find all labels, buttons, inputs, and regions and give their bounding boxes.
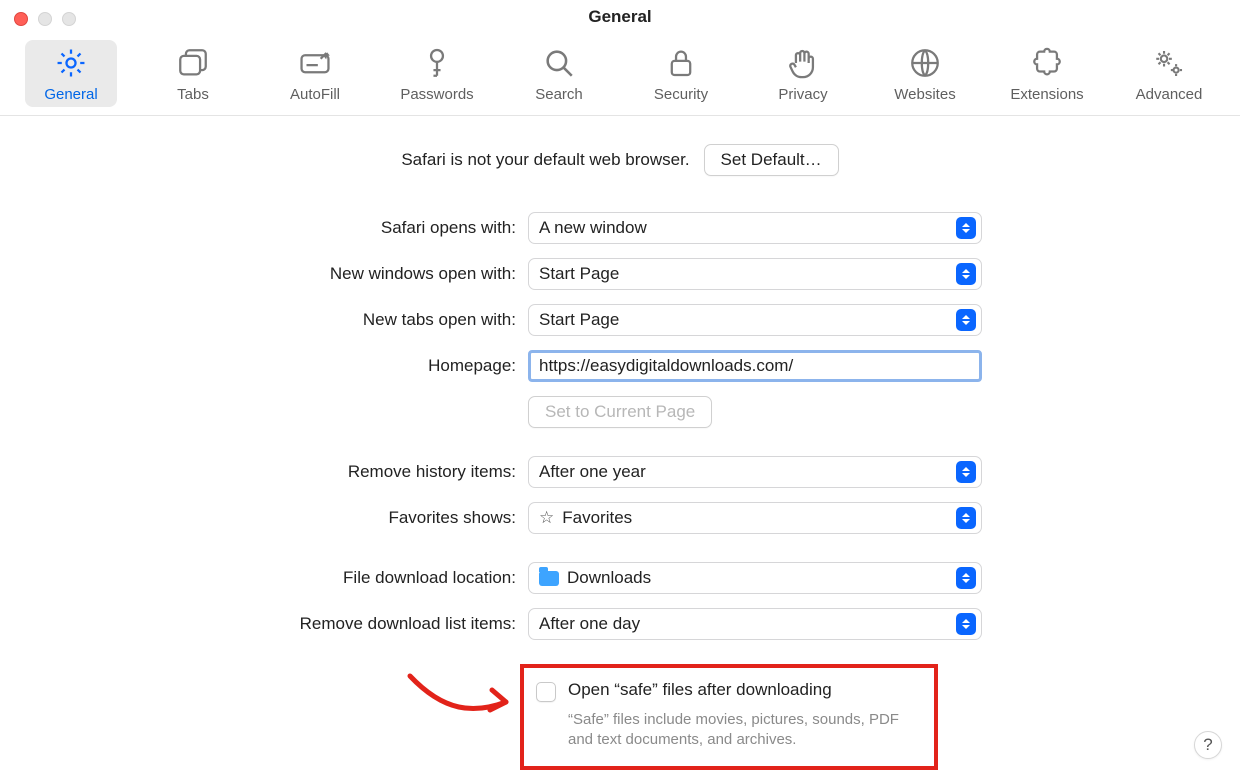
set-default-button[interactable]: Set Default… (704, 144, 839, 176)
select-value: After one day (539, 614, 640, 634)
open-safe-files-label: Open “safe” files after downloading (568, 680, 920, 700)
select-value: Downloads (567, 568, 651, 588)
zoom-button[interactable] (62, 12, 76, 26)
select-value: Favorites (562, 508, 632, 528)
help-button[interactable]: ? (1194, 731, 1222, 759)
label-favorites-shows: Favorites shows: (0, 508, 528, 528)
titlebar: General (0, 0, 1240, 34)
label-homepage: Homepage: (0, 356, 528, 376)
label-remove-history: Remove history items: (0, 462, 528, 482)
select-download-location[interactable]: Downloads (528, 562, 982, 594)
puzzle-icon (1030, 46, 1064, 80)
label-new-windows: New windows open with: (0, 264, 528, 284)
annotation-highlight-box: Open “safe” files after downloading “Saf… (520, 664, 938, 770)
label-safari-opens-with: Safari opens with: (0, 218, 528, 238)
tab-extensions[interactable]: Extensions (1001, 40, 1093, 107)
select-remove-history[interactable]: After one year (528, 456, 982, 488)
chevron-updown-icon (956, 217, 976, 239)
preferences-toolbar: General Tabs AutoFill Passwords Search S… (0, 34, 1240, 116)
star-icon: ☆ (539, 508, 554, 528)
folder-icon (539, 571, 559, 586)
content-area: Safari is not your default web browser. … (0, 116, 1240, 640)
tab-privacy[interactable]: Privacy (757, 40, 849, 107)
chevron-updown-icon (956, 507, 976, 529)
tab-websites[interactable]: Websites (879, 40, 971, 107)
close-button[interactable] (14, 12, 28, 26)
gears-icon (1152, 46, 1186, 80)
label-new-tabs: New tabs open with: (0, 310, 528, 330)
tab-label: Search (535, 86, 583, 103)
tab-label: Tabs (177, 86, 209, 103)
label-download-location: File download location: (0, 568, 528, 588)
chevron-updown-icon (956, 263, 976, 285)
select-value: A new window (539, 218, 647, 238)
tab-general[interactable]: General (25, 40, 117, 107)
tab-label: Advanced (1136, 86, 1203, 103)
globe-icon (908, 46, 942, 80)
tab-label: AutoFill (290, 86, 340, 103)
tab-label: Websites (894, 86, 955, 103)
lock-icon (664, 46, 698, 80)
set-current-page-button[interactable]: Set to Current Page (528, 396, 712, 428)
select-value: After one year (539, 462, 646, 482)
autofill-icon (298, 46, 332, 80)
minimize-button[interactable] (38, 12, 52, 26)
tab-label: Security (654, 86, 708, 103)
tab-passwords[interactable]: Passwords (391, 40, 483, 107)
search-icon (542, 46, 576, 80)
chevron-updown-icon (956, 567, 976, 589)
key-icon (420, 46, 454, 80)
select-new-windows[interactable]: Start Page (528, 258, 982, 290)
open-safe-files-description: “Safe” files include movies, pictures, s… (568, 710, 920, 751)
select-favorites-shows[interactable]: ☆ Favorites (528, 502, 982, 534)
tabs-icon (176, 46, 210, 80)
select-safari-opens-with[interactable]: A new window (528, 212, 982, 244)
tab-tabs[interactable]: Tabs (147, 40, 239, 107)
label-remove-download-list: Remove download list items: (0, 614, 528, 634)
traffic-lights (14, 12, 76, 26)
default-browser-message: Safari is not your default web browser. (401, 150, 689, 170)
tab-autofill[interactable]: AutoFill (269, 40, 361, 107)
tab-search[interactable]: Search (513, 40, 605, 107)
select-new-tabs[interactable]: Start Page (528, 304, 982, 336)
hand-icon (786, 46, 820, 80)
chevron-updown-icon (956, 309, 976, 331)
chevron-updown-icon (956, 461, 976, 483)
tab-label: Privacy (778, 86, 827, 103)
tab-label: Extensions (1010, 86, 1083, 103)
chevron-updown-icon (956, 613, 976, 635)
open-safe-files-checkbox[interactable] (536, 682, 556, 702)
select-value: Start Page (539, 310, 619, 330)
tab-label: General (44, 86, 97, 103)
select-remove-download-list[interactable]: After one day (528, 608, 982, 640)
tab-advanced[interactable]: Advanced (1123, 40, 1215, 107)
select-value: Start Page (539, 264, 619, 284)
tab-security[interactable]: Security (635, 40, 727, 107)
tab-label: Passwords (400, 86, 473, 103)
annotation-arrow-icon (404, 666, 524, 736)
window-title: General (12, 7, 1228, 27)
gear-icon (54, 46, 88, 80)
homepage-input[interactable] (528, 350, 982, 382)
